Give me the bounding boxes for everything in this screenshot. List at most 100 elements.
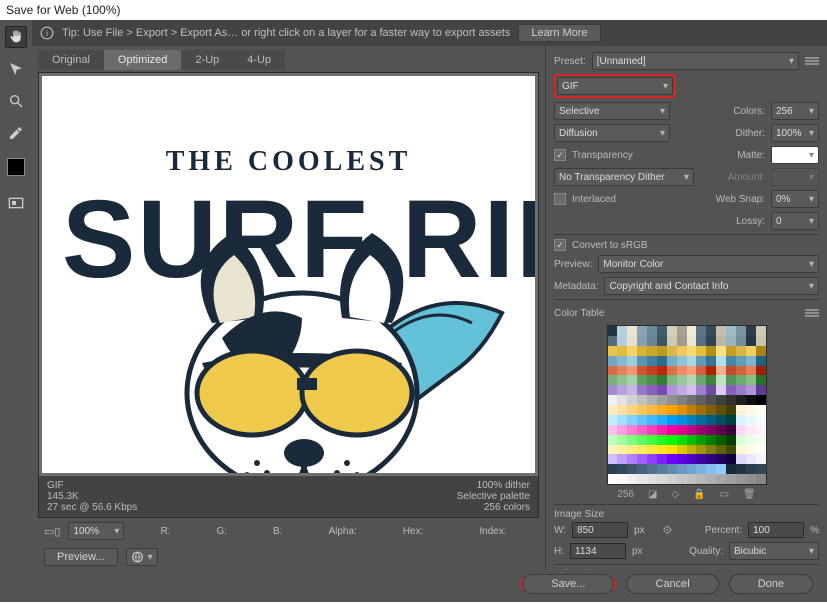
color-swatch[interactable] [696,464,706,474]
color-swatch[interactable] [726,395,736,405]
color-swatch[interactable] [706,346,716,356]
color-swatch[interactable] [677,356,687,366]
color-swatch[interactable] [746,346,756,356]
color-swatch[interactable] [696,356,706,366]
done-button[interactable]: Done [729,574,813,594]
color-swatch[interactable] [608,415,618,425]
color-swatch[interactable] [716,356,726,366]
color-swatch[interactable] [627,346,637,356]
color-swatch[interactable] [687,356,697,366]
color-swatch[interactable] [716,464,726,474]
color-swatch[interactable] [756,474,766,484]
color-swatch[interactable] [746,336,756,346]
matte-select[interactable]: ▾ [771,146,819,164]
ct-trash-icon[interactable]: 🗑 [743,489,756,500]
preview-profile-select[interactable]: Monitor Color▾ [598,255,819,273]
color-swatch[interactable] [677,336,687,346]
color-swatch[interactable] [716,454,726,464]
color-swatch[interactable] [647,405,657,415]
color-swatch[interactable] [756,395,766,405]
color-swatch[interactable] [746,474,756,484]
color-swatch[interactable] [647,326,657,336]
color-swatch[interactable] [617,405,627,415]
color-swatch[interactable] [706,474,716,484]
color-swatch[interactable] [637,385,647,395]
color-swatch[interactable] [608,385,618,395]
ct-lock-icon[interactable]: 🔒 [693,489,705,500]
color-swatch[interactable] [647,395,657,405]
color-swatch[interactable] [716,474,726,484]
color-swatch[interactable] [736,435,746,445]
color-swatch[interactable] [627,356,637,366]
color-swatch[interactable] [716,326,726,336]
color-swatch[interactable] [617,425,627,435]
color-swatch[interactable] [726,405,736,415]
color-swatch[interactable] [617,395,627,405]
panel-menu-icon[interactable] [805,56,819,66]
color-swatch[interactable] [647,356,657,366]
metadata-select[interactable]: Copyright and Contact Info▾ [604,277,819,295]
color-swatch[interactable] [637,474,647,484]
color-swatch[interactable] [687,474,697,484]
color-swatch[interactable] [696,474,706,484]
color-swatch[interactable] [726,356,736,366]
color-swatch[interactable] [608,336,618,346]
color-swatch[interactable] [608,356,618,366]
color-swatch[interactable] [667,415,677,425]
color-swatch[interactable] [687,454,697,464]
color-swatch[interactable] [637,366,647,376]
color-swatch[interactable] [736,464,746,474]
color-swatch[interactable] [677,445,687,455]
color-swatch[interactable] [716,435,726,445]
color-swatch[interactable] [716,385,726,395]
quality-select[interactable]: Bicubic▾ [729,542,819,560]
color-swatch[interactable] [756,346,766,356]
color-swatch[interactable] [647,425,657,435]
color-swatch[interactable] [608,326,618,336]
color-swatch[interactable] [647,375,657,385]
ct-new-icon[interactable]: ▭ [720,489,729,500]
color-swatch[interactable] [736,346,746,356]
color-swatch[interactable] [687,425,697,435]
color-swatch[interactable] [696,454,706,464]
browser-preview-select[interactable]: ▾ [126,548,158,566]
color-swatch[interactable] [608,346,618,356]
color-swatch[interactable] [687,366,697,376]
color-swatch[interactable] [657,474,667,484]
color-swatch[interactable] [657,336,667,346]
color-swatch[interactable] [647,464,657,474]
color-swatch[interactable] [608,464,618,474]
color-table-grid[interactable] [607,325,767,485]
color-swatch[interactable] [677,375,687,385]
color-swatch[interactable] [726,415,736,425]
color-swatch[interactable] [617,435,627,445]
color-swatch[interactable] [756,356,766,366]
color-swatch[interactable] [667,356,677,366]
color-swatch[interactable] [667,395,677,405]
ct-icon-1[interactable]: ◪ [648,489,657,500]
color-swatch[interactable] [647,445,657,455]
color-swatch[interactable] [667,326,677,336]
color-swatch[interactable] [657,385,667,395]
color-swatch[interactable] [667,366,677,376]
color-swatch[interactable] [627,405,637,415]
color-swatch[interactable] [608,445,618,455]
cancel-button[interactable]: Cancel [626,574,718,594]
color-swatch[interactable] [716,415,726,425]
color-swatch[interactable] [696,395,706,405]
color-swatch[interactable] [736,366,746,376]
color-swatch[interactable] [627,454,637,464]
color-swatch[interactable] [746,356,756,366]
color-swatch[interactable] [736,375,746,385]
color-swatch[interactable] [756,454,766,464]
color-swatch[interactable] [647,474,657,484]
color-swatch[interactable] [706,395,716,405]
zoom-tool-icon[interactable] [5,90,27,112]
color-swatch[interactable] [706,425,716,435]
color-swatch[interactable] [667,385,677,395]
interlaced-checkbox[interactable] [554,193,566,205]
color-swatch[interactable] [736,356,746,366]
color-swatch[interactable] [657,366,667,376]
color-swatch[interactable] [667,445,677,455]
color-swatch[interactable] [667,454,677,464]
